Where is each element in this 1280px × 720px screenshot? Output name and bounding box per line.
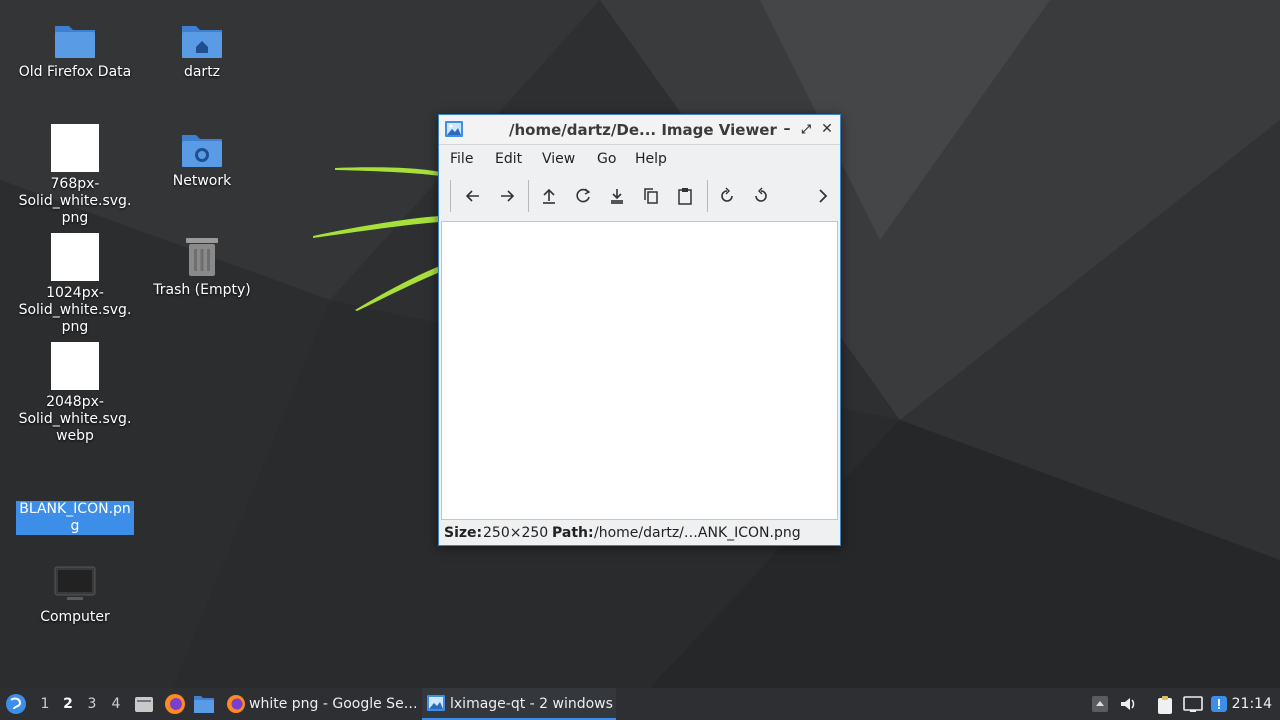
firefox-launcher-icon[interactable] bbox=[164, 693, 186, 715]
path-value: /home/dartz/…ANK_ICON.png bbox=[594, 525, 801, 541]
maximize-button[interactable]: ⤢ bbox=[797, 120, 815, 138]
image-file-icon bbox=[51, 124, 99, 172]
workspace-2[interactable]: 2 bbox=[60, 696, 76, 712]
rotate-counterclockwise-icon[interactable] bbox=[751, 186, 771, 206]
toolbar-separator bbox=[707, 180, 708, 212]
desktop-icon-1024px-white-png[interactable]: 1024px- Solid_white.svg. png bbox=[15, 233, 135, 336]
taskbar: 1 2 3 4 white png - Google Se… lximage-q… bbox=[0, 688, 1280, 720]
clock[interactable]: 21:14 bbox=[1232, 696, 1272, 712]
menu-file[interactable]: File bbox=[450, 151, 473, 167]
firefox-icon bbox=[227, 695, 245, 713]
image-file-icon bbox=[51, 342, 99, 390]
window-titlebar[interactable]: /home/dartz/De... Image Viewer – ⤢ ✕ bbox=[439, 115, 840, 145]
clipboard-icon[interactable] bbox=[1156, 695, 1174, 715]
image-viewer-icon bbox=[445, 121, 463, 137]
image-viewer-icon bbox=[427, 695, 445, 711]
menu-bar: File Edit View Go Help bbox=[439, 145, 840, 172]
file-manager-launcher-icon[interactable] bbox=[134, 694, 154, 714]
menu-go[interactable]: Go bbox=[597, 151, 616, 167]
desktop-icon-label: Network bbox=[172, 173, 232, 189]
desktop-icon-label: BLANK_ICON.pn g bbox=[16, 501, 134, 535]
desktop-icon-label: 768px- Solid_white.svg. png bbox=[18, 176, 132, 226]
desktop-icon-computer[interactable]: Computer bbox=[15, 565, 135, 626]
desktop-icon-trash[interactable]: Trash (Empty) bbox=[142, 236, 262, 299]
desktop-icon-old-firefox-data[interactable]: Old Firefox Data bbox=[15, 20, 135, 81]
desktop-icon-label: 1024px- Solid_white.svg. png bbox=[18, 285, 132, 335]
desktop-icon-2048px-white-webp[interactable]: 2048px- Solid_white.svg. webp bbox=[15, 342, 135, 445]
menu-help[interactable]: Help bbox=[635, 151, 667, 167]
trash-icon bbox=[186, 238, 218, 276]
task-label: white png - Google Se… bbox=[249, 696, 418, 712]
volume-icon[interactable] bbox=[1119, 695, 1137, 713]
paste-icon[interactable] bbox=[675, 186, 695, 206]
desktop-icon-network[interactable]: Network bbox=[142, 129, 262, 190]
size-label: Size: bbox=[444, 525, 483, 541]
previous-icon[interactable] bbox=[463, 186, 483, 206]
next-icon[interactable] bbox=[497, 186, 517, 206]
desktop-icon-label: Computer bbox=[40, 609, 110, 625]
minimize-button[interactable]: – bbox=[778, 120, 796, 138]
window-title: /home/dartz/De... Image Viewer bbox=[509, 121, 777, 139]
reload-icon[interactable] bbox=[573, 186, 593, 206]
toolbar bbox=[439, 175, 840, 217]
computer-icon bbox=[54, 566, 96, 600]
path-label: Path: bbox=[552, 525, 594, 541]
toolbar-handle bbox=[450, 180, 451, 212]
toolbar-separator bbox=[528, 180, 529, 212]
image-viewer-window[interactable]: /home/dartz/De... Image Viewer – ⤢ ✕ Fil… bbox=[438, 114, 841, 546]
folder-launcher-icon[interactable] bbox=[193, 694, 215, 714]
folder-icon bbox=[55, 26, 95, 58]
network-folder-icon bbox=[182, 135, 222, 167]
workspace-4[interactable]: 4 bbox=[108, 696, 124, 712]
tray-show-hidden-icon[interactable] bbox=[1091, 695, 1109, 713]
menu-edit[interactable]: Edit bbox=[495, 151, 522, 167]
image-file-icon bbox=[51, 233, 99, 281]
workspace-1[interactable]: 1 bbox=[37, 696, 53, 712]
task-label: lximage-qt - 2 windows bbox=[450, 696, 613, 712]
more-icon[interactable] bbox=[813, 186, 833, 206]
desktop-icon-label: dartz bbox=[183, 64, 221, 80]
status-bar: Size: 250×250 Path: /home/dartz/…ANK_ICO… bbox=[439, 523, 840, 545]
task-image-viewer-window[interactable]: lximage-qt - 2 windows bbox=[422, 688, 616, 720]
desktop-icon-blank-icon-png[interactable]: BLANK_ICON.pn g bbox=[15, 501, 135, 535]
update-notifier-icon[interactable] bbox=[1210, 695, 1228, 713]
start-menu-icon[interactable] bbox=[5, 693, 27, 715]
desktop-icon-label: Trash (Empty) bbox=[153, 282, 251, 298]
size-value: 250×250 bbox=[483, 525, 549, 541]
network-monitor-icon[interactable] bbox=[1183, 695, 1203, 713]
rotate-clockwise-icon[interactable] bbox=[717, 186, 737, 206]
close-button[interactable]: ✕ bbox=[818, 120, 836, 138]
home-folder-icon bbox=[182, 26, 222, 58]
desktop-icon-dartz[interactable]: dartz bbox=[142, 20, 262, 81]
desktop-icon-label: Old Firefox Data bbox=[18, 64, 132, 80]
desktop-icon-768px-white-png[interactable]: 768px- Solid_white.svg. png bbox=[15, 124, 135, 227]
task-firefox-window[interactable]: white png - Google Se… bbox=[222, 688, 418, 720]
upload-icon[interactable] bbox=[539, 186, 559, 206]
workspace-3[interactable]: 3 bbox=[84, 696, 100, 712]
save-icon[interactable] bbox=[607, 186, 627, 206]
copy-icon[interactable] bbox=[641, 186, 661, 206]
image-canvas[interactable] bbox=[441, 221, 838, 520]
desktop-icon-label: 2048px- Solid_white.svg. webp bbox=[18, 394, 132, 444]
menu-view[interactable]: View bbox=[542, 151, 575, 167]
